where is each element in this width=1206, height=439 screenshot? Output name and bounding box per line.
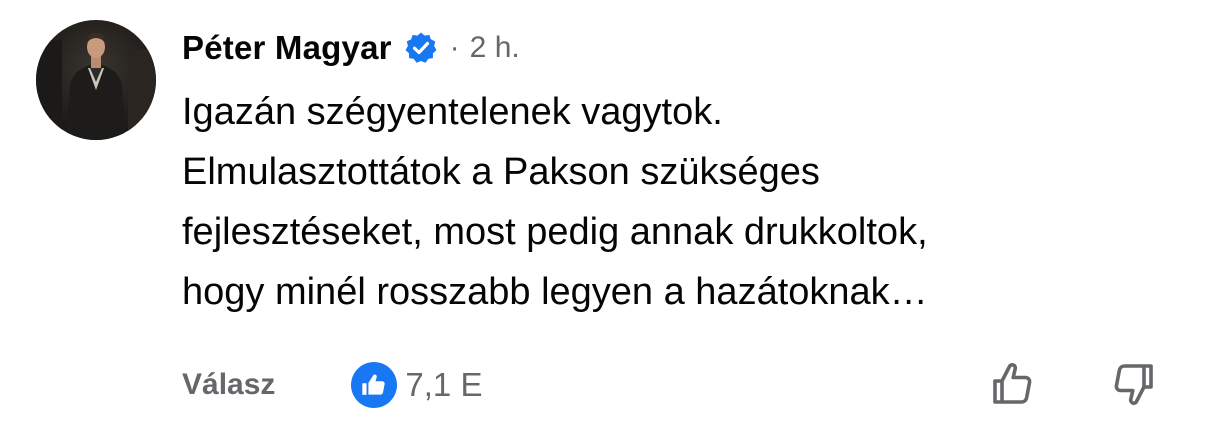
comment-actions: Válasz 7,1 E xyxy=(182,360,482,410)
comment-header: Péter Magyar · 2 h. xyxy=(182,26,520,70)
avatar-image xyxy=(36,20,156,140)
avatar[interactable] xyxy=(36,20,156,140)
comment-line: fejlesztéseket, most pedig annak drukkol… xyxy=(182,211,928,253)
comment-line: Igazán szégyentelenek vagytok. xyxy=(182,91,723,133)
comment-line: Elmulasztottátok a Pakson szükséges xyxy=(182,151,820,193)
reply-button[interactable]: Válasz xyxy=(182,368,275,402)
comment-line: hogy minél rosszabb legyen a hazátoknak… xyxy=(182,271,928,313)
comment-body: Igazán szégyentelenek vagytok. Elmulaszt… xyxy=(182,82,1182,322)
verified-badge-icon xyxy=(404,31,438,65)
meta-separator: · xyxy=(449,31,460,64)
comment-timestamp[interactable]: 2 h. xyxy=(470,31,520,65)
comment: Péter Magyar · 2 h. Igazán szégyentelene… xyxy=(0,0,1206,439)
reaction-count: 7,1 E xyxy=(405,366,483,403)
reaction-summary[interactable]: 7,1 E xyxy=(351,362,482,408)
like-icon xyxy=(351,362,398,408)
author-name[interactable]: Péter Magyar xyxy=(182,29,392,67)
thumbs-up-outline-icon[interactable] xyxy=(984,356,1040,412)
thumbs-down-outline-icon[interactable] xyxy=(1106,356,1162,412)
